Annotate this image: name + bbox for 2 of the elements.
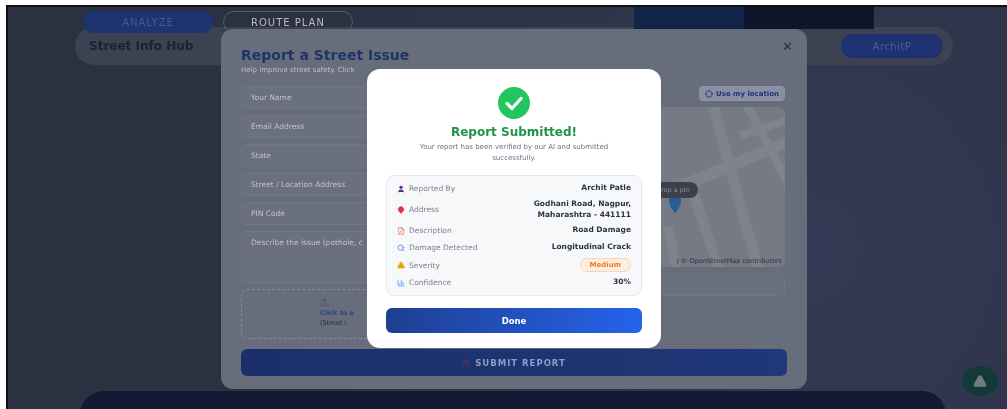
dialog-title: Report a Street Issue: [241, 47, 411, 63]
dialog-title: Report Submitted!: [450, 125, 578, 139]
